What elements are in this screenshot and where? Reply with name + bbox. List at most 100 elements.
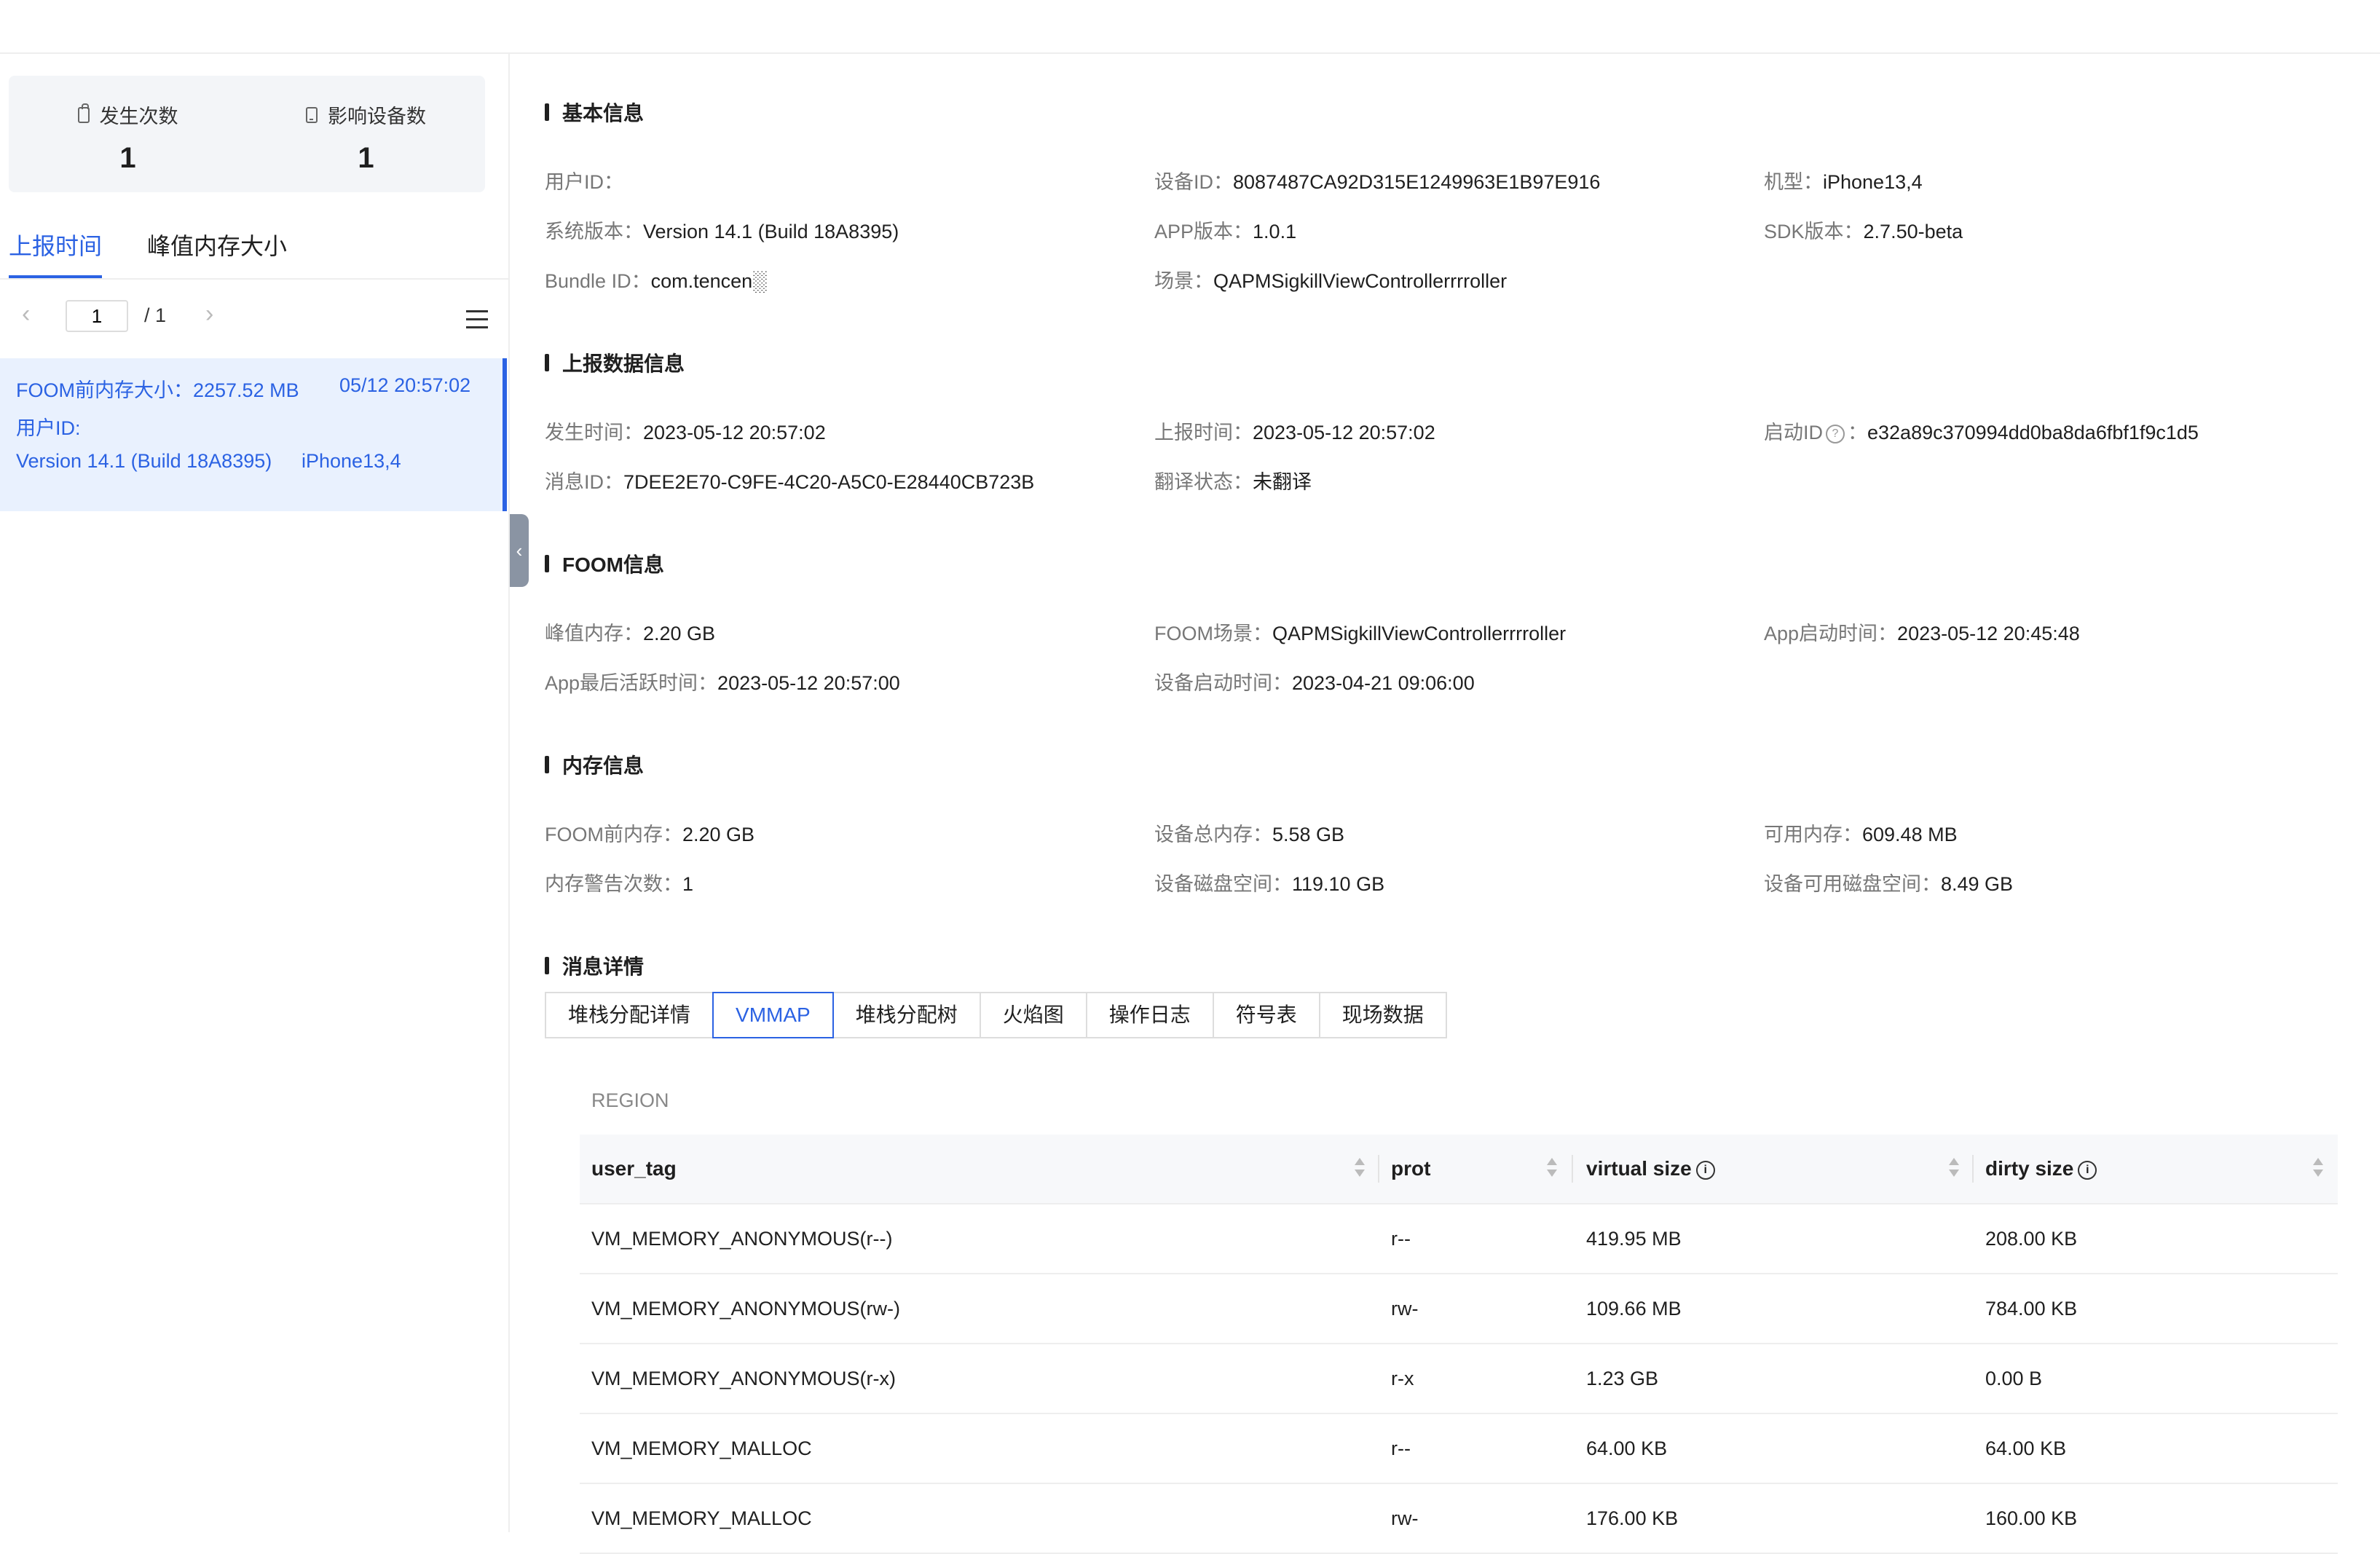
stat-occurrences-label: 发生次数: [99, 106, 178, 127]
field-foom-scene: FOOM场景：QAPMSigkillViewControllerrrroller: [1154, 623, 1567, 644]
vmmap-table: user_tag prot virtual size i dirty size i …: [580, 1135, 2338, 1554]
sort-icon[interactable]: [1355, 1158, 1365, 1180]
info-circle-icon[interactable]: i: [1695, 1160, 1715, 1180]
stat-devices-label: 影响设备数: [328, 106, 426, 127]
stat-occurrences: 发生次数 1: [9, 76, 247, 192]
page-input[interactable]: [66, 300, 128, 332]
record-item[interactable]: FOOM前内存大小：2257.52 MB 05/12 20:57:02 用户ID…: [0, 358, 507, 511]
cell-virtual-size: 64.00 KB: [1586, 1437, 1668, 1459]
field-os-version: 系统版本：Version 14.1 (Build 18A8395): [545, 221, 899, 242]
section-title-basic: 基本信息: [545, 98, 644, 127]
tab-symbol-table[interactable]: 符号表: [1212, 992, 1320, 1038]
sort-icon[interactable]: [1949, 1158, 1959, 1180]
column-header-virtual-size[interactable]: virtual size i: [1586, 1135, 1715, 1203]
detail-tabs: 堆栈分配详情 VMMAP 堆栈分配树 火焰图 操作日志 符号表 现场数据: [545, 992, 1447, 1038]
tab-stack-alloc-detail[interactable]: 堆栈分配详情: [545, 992, 714, 1038]
chevron-right-icon[interactable]: ›: [205, 300, 213, 328]
field-occur-time: 发生时间：2023-05-12 20:57:02: [545, 422, 826, 443]
table-row: VM_MEMORY_MALLOC rw- 176.00 KB 160.00 KB: [580, 1484, 2338, 1554]
record-model: iPhone13,4: [302, 450, 401, 472]
tab-peak-memory[interactable]: 峰值内存大小: [147, 223, 287, 269]
collapse-handle[interactable]: ‹: [510, 514, 529, 587]
table-row: VM_MEMORY_ANONYMOUS(r--) r-- 419.95 MB 2…: [580, 1204, 2338, 1274]
cell-dirty-size: 64.00 KB: [1985, 1437, 2067, 1459]
cell-dirty-size: 784.00 KB: [1985, 1298, 2078, 1320]
field-peak-memory: 峰值内存：2.20 GB: [545, 623, 716, 644]
column-header-prot[interactable]: prot: [1391, 1135, 1430, 1203]
phone-icon: [306, 106, 318, 123]
cell-user-tag: VM_MEMORY_MALLOC: [591, 1437, 812, 1459]
table-header: user_tag prot virtual size i dirty size i: [580, 1135, 2338, 1204]
field-disk-available: 设备可用磁盘空间：8.49 GB: [1764, 873, 2014, 895]
sort-icon[interactable]: [2313, 1158, 2323, 1180]
stat-devices-value: 1: [358, 142, 374, 174]
cell-prot: r--: [1391, 1437, 1411, 1459]
cell-virtual-size: 1.23 GB: [1586, 1368, 1659, 1389]
table-row: VM_MEMORY_ANONYMOUS(r-x) r-x 1.23 GB 0.0…: [580, 1344, 2338, 1414]
stat-devices: 影响设备数 1: [247, 76, 485, 192]
info-circle-icon[interactable]: i: [2078, 1160, 2097, 1180]
menu-icon[interactable]: [466, 310, 489, 329]
chevron-left-icon: ‹: [516, 539, 523, 561]
cell-user-tag: VM_MEMORY_ANONYMOUS(r-x): [591, 1368, 897, 1389]
field-device-boot-time: 设备启动时间：2023-04-21 09:06:00: [1154, 672, 1475, 694]
cell-prot: rw-: [1391, 1298, 1419, 1320]
stat-occurrences-value: 1: [119, 142, 136, 174]
cell-virtual-size: 419.95 MB: [1586, 1228, 1682, 1250]
section-title-report: 上报数据信息: [545, 348, 685, 377]
sort-icon[interactable]: [1547, 1158, 1557, 1180]
tab-vmmap[interactable]: VMMAP: [712, 992, 834, 1038]
column-header-dirty-size[interactable]: dirty size i: [1985, 1135, 2097, 1203]
field-foom-before-mem: FOOM前内存：2.20 GB: [545, 824, 755, 845]
field-launch-id: 启动ID? ：e32a89c370994dd0ba8da6fbf1f9c1d5: [1764, 422, 2199, 443]
section-title-detail: 消息详情: [545, 951, 644, 980]
section-title-foom: FOOM信息: [545, 549, 664, 578]
field-user-id: 用户ID：: [545, 171, 623, 193]
field-message-id: 消息ID：7DEE2E70-C9FE-4C20-A5C0-E28440CB723…: [545, 471, 1035, 493]
left-panel: 发生次数 1 影响设备数 1 上报时间 峰值内存大小 ‹ / 1 ›: [0, 54, 510, 1532]
field-disk-space: 设备磁盘空间：119.10 GB: [1154, 873, 1385, 895]
cell-prot: rw-: [1391, 1507, 1419, 1529]
field-translate-status: 翻译状态：未翻译: [1154, 471, 1312, 493]
table-row: VM_MEMORY_MALLOC r-- 64.00 KB 64.00 KB: [580, 1414, 2338, 1484]
bag-icon: [77, 103, 90, 123]
cell-dirty-size: 208.00 KB: [1985, 1228, 2078, 1250]
tab-scene-data[interactable]: 现场数据: [1318, 992, 1447, 1038]
field-bundle-id: Bundle ID：com.tencen░: [545, 270, 767, 292]
cell-user-tag: VM_MEMORY_MALLOC: [591, 1507, 812, 1529]
page-total: / 1: [144, 304, 167, 326]
record-version: Version 14.1 (Build 18A8395): [16, 450, 272, 472]
field-model: 机型：iPhone13,4: [1764, 171, 1923, 193]
column-header-user-tag[interactable]: user_tag: [591, 1135, 677, 1203]
cell-dirty-size: 0.00 B: [1985, 1368, 2043, 1389]
stats-card: 发生次数 1 影响设备数 1: [9, 76, 485, 192]
tab-operation-log[interactable]: 操作日志: [1085, 992, 1214, 1038]
record-user-id: 用户ID:: [16, 417, 81, 439]
field-device-total-mem: 设备总内存：5.58 GB: [1154, 824, 1345, 845]
sort-tabs: 上报时间 峰值内存大小: [0, 223, 508, 280]
top-bar: [0, 0, 2380, 54]
field-app-last-active: App最后活跃时间：2023-05-12 20:57:00: [545, 672, 900, 694]
cell-user-tag: VM_MEMORY_ANONYMOUS(r--): [591, 1228, 893, 1250]
cell-prot: r-x: [1391, 1368, 1414, 1389]
cell-prot: r--: [1391, 1228, 1411, 1250]
chevron-left-icon[interactable]: ‹: [22, 300, 30, 328]
region-label: REGION: [591, 1089, 669, 1111]
tab-stack-alloc-tree[interactable]: 堆栈分配树: [832, 992, 981, 1038]
pager: ‹ / 1 ›: [0, 294, 508, 339]
tab-flame-graph[interactable]: 火焰图: [979, 992, 1087, 1038]
record-time: 05/12 20:57:02: [339, 374, 471, 396]
field-app-launch-time: App启动时间：2023-05-12 20:45:48: [1764, 623, 2080, 644]
section-title-memory: 内存信息: [545, 750, 644, 779]
field-mem-warnings: 内存警告次数：1: [545, 873, 694, 895]
help-circle-icon[interactable]: ?: [1826, 424, 1845, 443]
field-sdk-version: SDK版本：2.7.50-beta: [1764, 221, 1963, 242]
field-app-version: APP版本：1.0.1: [1154, 221, 1297, 242]
field-available-mem: 可用内存：609.48 MB: [1764, 824, 1958, 845]
field-device-id: 设备ID：8087487CA92D315E1249963E1B97E916: [1154, 171, 1601, 193]
cell-virtual-size: 109.66 MB: [1586, 1298, 1682, 1320]
app-root: 发生次数 1 影响设备数 1 上报时间 峰值内存大小 ‹ / 1 ›: [0, 0, 2380, 1554]
tab-report-time[interactable]: 上报时间: [9, 223, 103, 278]
record-mem-before: FOOM前内存大小：2257.52 MB: [16, 379, 299, 401]
cell-virtual-size: 176.00 KB: [1586, 1507, 1679, 1529]
